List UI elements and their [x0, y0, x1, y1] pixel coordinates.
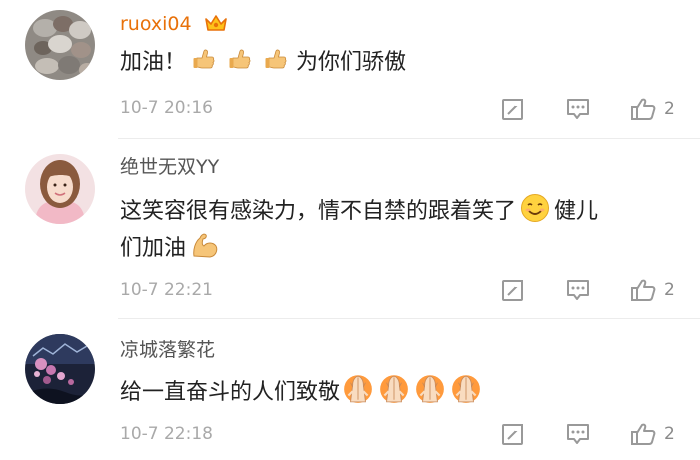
- like-icon[interactable]: [630, 96, 656, 122]
- thumbs-up-emoji: [264, 46, 288, 74]
- share-icon[interactable]: [500, 96, 526, 122]
- share-icon[interactable]: [500, 277, 526, 303]
- folded-hands-emoji: [414, 372, 446, 404]
- like-count: 2: [664, 280, 675, 300]
- thumbs-up-emoji: [228, 46, 252, 74]
- thumbs-up-emoji: [192, 46, 216, 74]
- folded-hands-emoji: [342, 372, 374, 404]
- username-text: ruoxi04: [120, 13, 192, 35]
- comment-text: 加油！ 为你们骄傲: [120, 45, 680, 81]
- timestamp: 10-7 22:21: [120, 280, 213, 300]
- crown-icon: [204, 13, 228, 39]
- comment-text-line: 们加油: [120, 230, 680, 267]
- folded-hands-emoji: [450, 372, 482, 404]
- comment-item: 绝世无双YY 这笑容很有感染力，情不自禁的跟着笑了 健儿 们加油 10-7 22:…: [0, 139, 700, 319]
- avatar[interactable]: [25, 334, 95, 404]
- comment-text-line: 这笑容很有感染力，情不自禁的跟着笑了 健儿: [120, 193, 680, 230]
- timestamp: 10-7 20:16: [120, 98, 213, 118]
- avatar[interactable]: [25, 10, 95, 80]
- timestamp: 10-7 22:18: [120, 424, 213, 444]
- like-icon[interactable]: [630, 421, 656, 447]
- flexed-biceps-emoji: [190, 230, 220, 260]
- like-count: 2: [664, 424, 675, 444]
- comment-item: ruoxi04 加油！ 为你们骄傲 10-7 20:16 2: [0, 0, 700, 139]
- comment-text: 给一直奋斗的人们致敬: [120, 372, 680, 411]
- avatar[interactable]: [25, 154, 95, 224]
- username[interactable]: 绝世无双YY: [120, 155, 219, 179]
- reply-icon[interactable]: [565, 421, 591, 447]
- comment-text: 这笑容很有感染力，情不自禁的跟着笑了 健儿 们加油: [120, 193, 680, 267]
- comment-item: 凉城落繁花 给一直奋斗的人们致敬 10-7 22:18 2: [0, 319, 700, 460]
- like-icon[interactable]: [630, 277, 656, 303]
- like-count: 2: [664, 99, 675, 119]
- username[interactable]: 凉城落繁花: [120, 338, 215, 362]
- smiling-face-emoji: [520, 193, 550, 223]
- folded-hands-emoji: [378, 372, 410, 404]
- reply-icon[interactable]: [565, 96, 591, 122]
- reply-icon[interactable]: [565, 277, 591, 303]
- share-icon[interactable]: [500, 421, 526, 447]
- username[interactable]: ruoxi04: [120, 12, 228, 39]
